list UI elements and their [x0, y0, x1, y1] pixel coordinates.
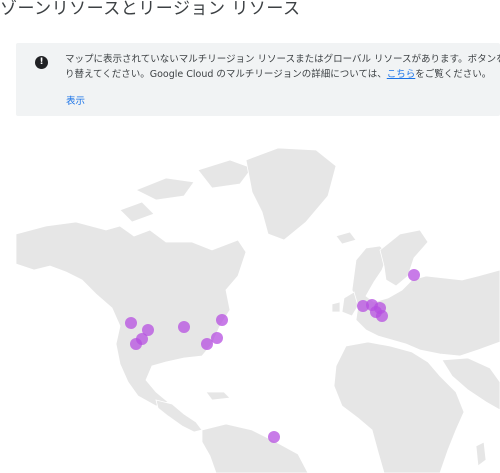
world-map[interactable]	[16, 130, 500, 473]
banner-message: マップに表示されていないマルチリージョン リソースまたはグローバル リソースがあ…	[65, 52, 500, 82]
map-marker[interactable]	[408, 269, 420, 281]
map-marker[interactable]	[268, 431, 280, 443]
info-icon: !	[35, 56, 48, 69]
banner-message-line2-after: をご覧ください。	[415, 69, 492, 80]
map-marker[interactable]	[178, 321, 190, 333]
map-marker[interactable]	[201, 338, 213, 350]
banner-message-line2: り替えてください。Google Cloud のマルチリージョンの詳細については、…	[65, 67, 500, 82]
page-title: ゾーンリソースとリージョン リソース	[0, 0, 301, 19]
show-button[interactable]: 表示	[66, 93, 85, 107]
info-banner: ! マップに表示されていないマルチリージョン リソースまたはグローバル リソース…	[16, 43, 500, 116]
map-marker[interactable]	[376, 310, 388, 322]
details-link[interactable]: こちら	[387, 69, 416, 80]
map-marker[interactable]	[130, 338, 142, 350]
map-marker[interactable]	[216, 314, 228, 326]
land-masses	[16, 147, 500, 473]
map-marker[interactable]	[211, 332, 223, 344]
world-map-svg	[16, 147, 500, 473]
banner-message-line1: マップに表示されていないマルチリージョン リソースまたはグローバル リソースがあ…	[65, 54, 500, 65]
map-marker[interactable]	[125, 317, 137, 329]
banner-message-line2-before: り替えてください。Google Cloud のマルチリージョンの詳細については、	[65, 69, 387, 80]
